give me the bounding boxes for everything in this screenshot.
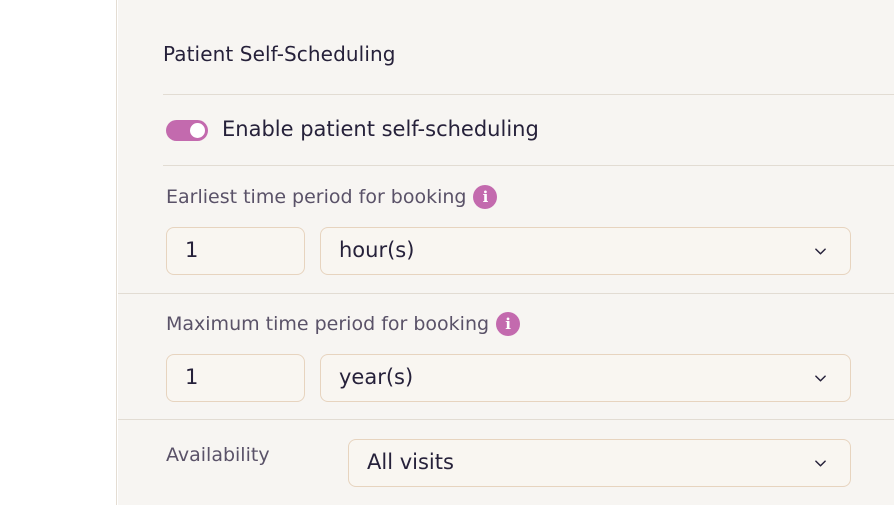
earliest-unit-select[interactable]: hour(s): [320, 227, 851, 275]
maximum-info-icon[interactable]: i: [496, 312, 521, 336]
maximum-unit-value: year(s): [339, 365, 414, 389]
left-blank-area: [0, 0, 117, 505]
availability-label: Availability: [166, 444, 270, 466]
maximum-label: Maximum time period for booking: [166, 313, 490, 335]
maximum-value-input[interactable]: 1: [166, 354, 305, 402]
maximum-unit-select[interactable]: year(s): [320, 354, 851, 402]
earliest-label-row: Earliest time period for booking i: [166, 185, 498, 209]
chevron-down-icon: [815, 375, 826, 382]
divider-earliest: [118, 293, 894, 294]
self-scheduling-toggle-label: Enable patient self-scheduling: [222, 117, 539, 141]
earliest-info-icon[interactable]: i: [473, 185, 498, 209]
toggle-knob: [190, 123, 205, 138]
chevron-down-icon: [815, 248, 826, 255]
chevron-down-icon: [815, 460, 826, 467]
availability-select[interactable]: All visits: [348, 439, 851, 487]
maximum-label-row: Maximum time period for booking i: [166, 312, 521, 336]
page: Patient Self-Scheduling Enable patient s…: [0, 0, 894, 505]
earliest-value-input[interactable]: 1: [166, 227, 305, 275]
divider-maximum: [118, 419, 894, 420]
earliest-label: Earliest time period for booking: [166, 186, 467, 208]
section-title: Patient Self-Scheduling: [163, 42, 396, 66]
divider-title: [163, 94, 894, 95]
availability-value: All visits: [367, 450, 454, 474]
self-scheduling-toggle[interactable]: [166, 120, 208, 141]
divider-toggle: [163, 165, 894, 166]
earliest-unit-value: hour(s): [339, 238, 415, 262]
